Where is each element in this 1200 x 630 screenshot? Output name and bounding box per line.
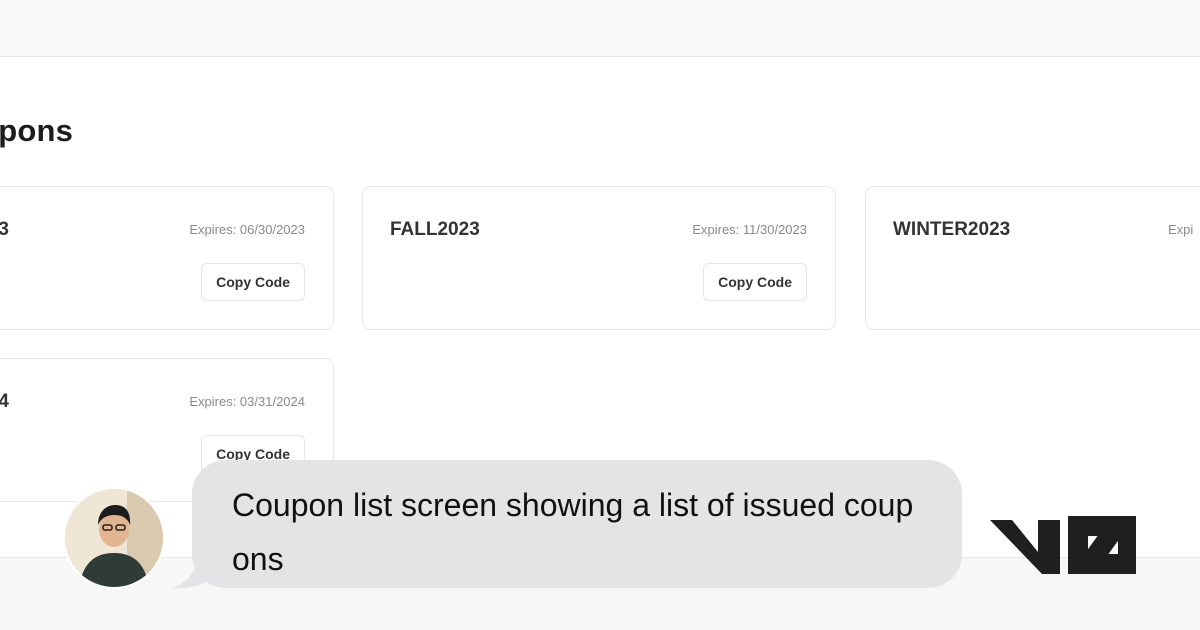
- copy-code-button[interactable]: Copy Code: [201, 263, 305, 301]
- coupon-card: FALL2023 Expires: 11/30/2023 Copy Code: [362, 186, 836, 330]
- caption-text: Coupon list screen showing a list of iss…: [232, 487, 914, 577]
- coupon-expiry: Expires: 03/31/2024: [189, 394, 305, 409]
- coupon-card: WINTER2023 Expi: [865, 186, 1200, 330]
- coupon-expiry: Expires: 06/30/2023: [189, 222, 305, 237]
- coupon-code: 23: [0, 219, 9, 241]
- coupon-code: WINTER2023: [893, 219, 1011, 240]
- coupon-expiry: Expires: 11/30/2023: [692, 222, 807, 237]
- caption-bubble: Coupon list screen showing a list of iss…: [192, 460, 962, 588]
- coupon-expiry: Expi: [1168, 222, 1194, 237]
- coupon-card: 23 Expires: 06/30/2023 Copy Code: [0, 186, 334, 330]
- brand-logo-icon: [990, 516, 1136, 574]
- top-bar: [0, 0, 1200, 57]
- coupon-code: 4: [0, 391, 9, 413]
- copy-code-button[interactable]: Copy Code: [703, 263, 807, 301]
- coupon-code: FALL2023: [390, 219, 480, 240]
- person-avatar-icon: [65, 489, 163, 587]
- page-title: oupons: [0, 113, 74, 148]
